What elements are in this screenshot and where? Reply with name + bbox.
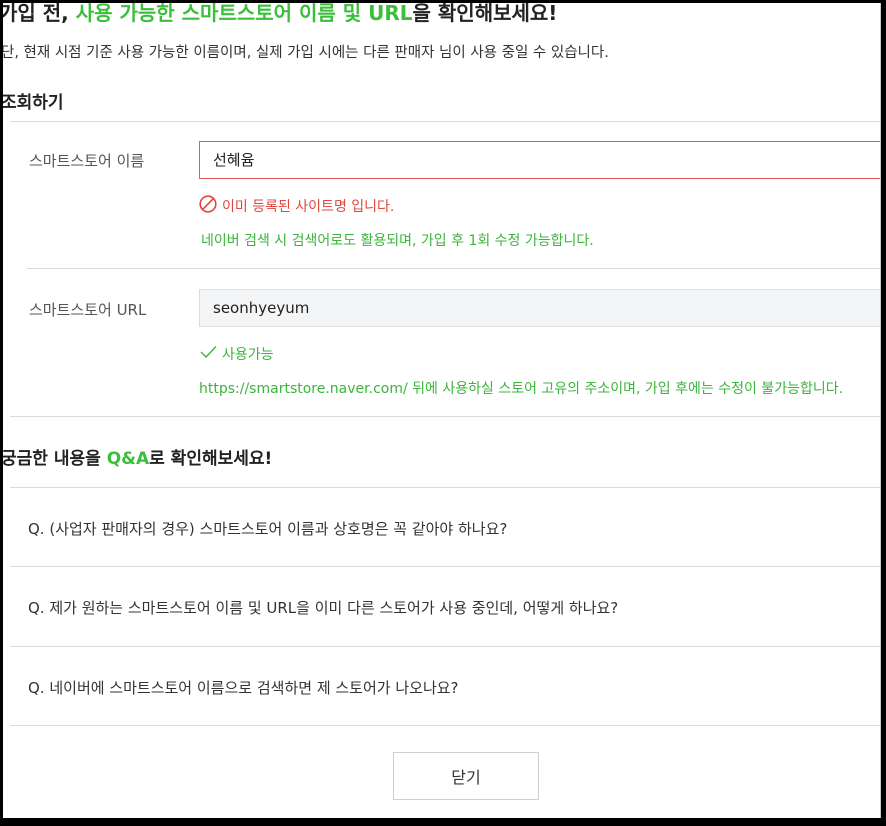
title-highlight: 사용 가능한 스마트스토어 이름 및 URL — [75, 3, 413, 25]
title-suffix: 을 확인해보세요! — [412, 3, 558, 25]
prohibited-icon — [199, 195, 217, 213]
close-button-label: 닫기 — [451, 768, 481, 787]
store-name-check-dialog: 가입 전, 사용 가능한 스마트스토어 이름 및 URL을 확인해보세요! 단,… — [3, 3, 881, 818]
store-name-value: 선혜윰 — [213, 151, 255, 169]
qa-heading-highlight: Q&A — [106, 449, 150, 469]
qa-heading-suffix: 로 확인해보세요! — [149, 449, 273, 469]
qa-item[interactable]: Q. (사업자 판매자의 경우) 스마트스토어 이름과 상호명은 꼭 같아야 하… — [28, 518, 507, 539]
store-url-label: 스마트스토어 URL — [29, 301, 147, 319]
title-prefix: 가입 전, — [3, 3, 76, 25]
qa-item[interactable]: Q. 제가 원하는 스마트스토어 이름 및 URL을 이미 다른 스토어가 사용… — [28, 597, 618, 618]
availability-notice: 단, 현재 시점 기준 사용 가능한 이름이며, 실제 가입 시에는 다른 판매… — [3, 45, 609, 61]
store-name-error: 이미 등록된 사이트명 입니다. — [222, 199, 395, 215]
divider — [10, 725, 880, 726]
store-url-help: https://smartstore.naver.com/ 뒤에 사용하실 스토… — [199, 381, 844, 397]
store-url-value: seonhyeyum — [213, 299, 310, 317]
divider — [10, 487, 880, 488]
store-name-input[interactable]: 선혜윰 — [199, 141, 880, 179]
qa-heading: 궁금한 내용을 Q&A로 확인해보세요! — [3, 444, 272, 469]
close-button[interactable]: 닫기 — [393, 752, 539, 800]
lookup-heading: 조회하기 — [3, 93, 64, 113]
store-name-label: 스마트스토어 이름 — [29, 152, 145, 170]
divider — [10, 646, 880, 647]
divider — [10, 566, 880, 567]
store-url-status: 사용가능 — [222, 347, 274, 363]
qa-item[interactable]: Q. 네이버에 스마트스토어 이름으로 검색하면 제 스토어가 나오나요? — [28, 677, 459, 698]
store-name-help: 네이버 검색 시 검색어로도 활용되며, 가입 후 1회 수정 가능합니다. — [201, 233, 594, 249]
divider — [27, 268, 880, 269]
divider — [10, 121, 880, 122]
page-title: 가입 전, 사용 가능한 스마트스토어 이름 및 URL을 확인해보세요! — [3, 3, 557, 26]
divider — [10, 416, 880, 417]
qa-heading-prefix: 궁금한 내용을 — [3, 449, 107, 469]
store-url-input[interactable]: seonhyeyum — [199, 289, 880, 327]
checkmark-icon — [200, 346, 217, 359]
